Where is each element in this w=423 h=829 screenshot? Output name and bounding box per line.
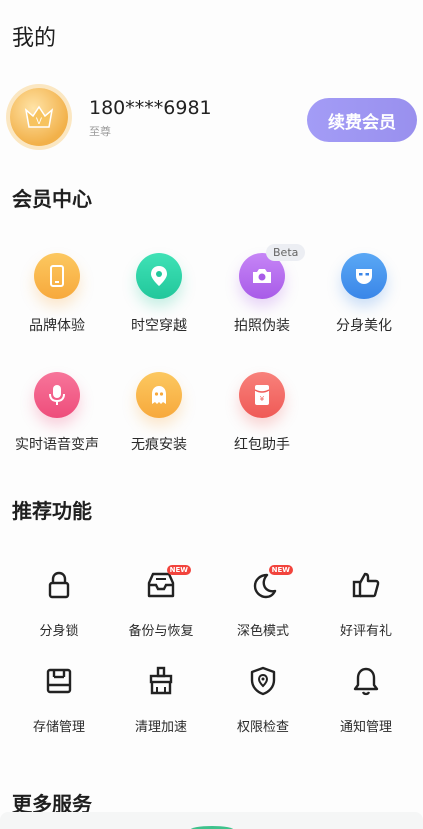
broom-icon bbox=[145, 665, 177, 697]
feature-storage-management[interactable]: 存储管理 bbox=[9, 665, 109, 735]
member-item-time-travel[interactable]: 时空穿越 bbox=[109, 253, 209, 335]
feature-label: 存储管理 bbox=[32, 720, 85, 735]
feature-notification-management[interactable]: 通知管理 bbox=[316, 665, 416, 735]
member-item-voice-changer[interactable]: 实时语音变声 bbox=[7, 372, 107, 454]
inbox-icon: NEW bbox=[145, 565, 191, 601]
mask-icon bbox=[341, 253, 387, 299]
feature-clean-speedup[interactable]: 清理加速 bbox=[111, 665, 211, 735]
thumbs-up-icon bbox=[350, 569, 382, 601]
feature-label: 深色模式 bbox=[236, 624, 289, 639]
member-item-label: 时空穿越 bbox=[131, 318, 187, 334]
feature-label: 清理加速 bbox=[134, 720, 187, 735]
crown-icon: V bbox=[24, 105, 54, 128]
location-pin-icon bbox=[136, 253, 182, 299]
new-badge: NEW bbox=[268, 565, 293, 575]
member-item-label: 拍照伪装 bbox=[234, 318, 290, 334]
feature-backup-restore[interactable]: NEW 备份与恢复 bbox=[111, 565, 211, 639]
microphone-icon bbox=[34, 372, 80, 418]
avatar[interactable]: V bbox=[10, 88, 68, 146]
member-tier: 至尊 bbox=[89, 125, 111, 138]
member-item-label: 实时语音变声 bbox=[15, 437, 99, 453]
storage-icon bbox=[43, 665, 75, 697]
svg-text:V: V bbox=[36, 117, 43, 127]
member-item-label: 品牌体验 bbox=[29, 318, 85, 334]
member-item-photo-disguise[interactable]: 拍照伪装 bbox=[212, 253, 312, 335]
feature-label: 备份与恢复 bbox=[128, 624, 194, 639]
feature-clone-lock[interactable]: 分身锁 bbox=[9, 569, 109, 639]
member-item-red-envelope[interactable]: ¥ 红包助手 bbox=[212, 372, 312, 454]
feature-dark-mode[interactable]: NEW 深色模式 bbox=[213, 565, 313, 639]
page-title: 我的 bbox=[12, 26, 57, 51]
ghost-icon bbox=[136, 372, 182, 418]
member-item-traceless-install[interactable]: 无痕安装 bbox=[109, 372, 209, 454]
member-center-title: 会员中心 bbox=[12, 187, 92, 211]
feature-label: 权限检查 bbox=[236, 720, 289, 735]
beta-badge: Beta bbox=[266, 244, 306, 261]
member-item-brand-experience[interactable]: 品牌体验 bbox=[7, 253, 107, 335]
recommended-title: 推荐功能 bbox=[12, 499, 92, 523]
new-badge: NEW bbox=[166, 565, 191, 575]
svg-text:¥: ¥ bbox=[260, 395, 265, 403]
lock-icon bbox=[43, 569, 75, 601]
bell-icon bbox=[350, 665, 382, 697]
member-item-label: 分身美化 bbox=[336, 318, 392, 334]
user-phone: 180****6981 bbox=[89, 97, 212, 119]
member-item-clone-beautify[interactable]: 分身美化 bbox=[314, 253, 414, 335]
feature-label: 好评有礼 bbox=[339, 624, 392, 639]
moon-icon: NEW bbox=[247, 565, 293, 601]
feature-label: 通知管理 bbox=[339, 720, 392, 735]
feature-label: 分身锁 bbox=[39, 624, 79, 639]
member-item-label: 红包助手 bbox=[234, 437, 290, 453]
member-item-label: 无痕安装 bbox=[131, 437, 187, 453]
feature-permission-check[interactable]: 权限检查 bbox=[213, 665, 313, 735]
renew-membership-button[interactable]: 续费会员 bbox=[307, 98, 417, 142]
red-envelope-icon: ¥ bbox=[239, 372, 285, 418]
phone-icon bbox=[34, 253, 80, 299]
shield-icon bbox=[247, 665, 279, 697]
feature-review-reward[interactable]: 好评有礼 bbox=[316, 569, 416, 639]
